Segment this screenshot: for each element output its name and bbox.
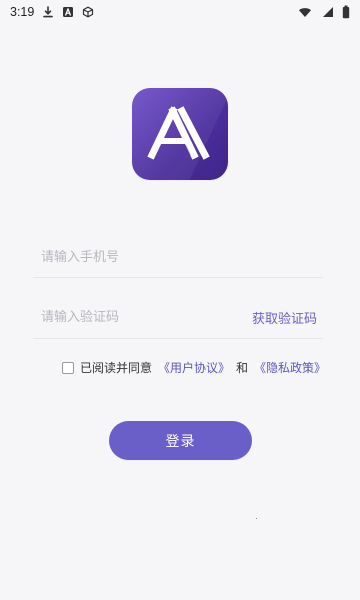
font-a-icon — [62, 6, 74, 18]
status-left: 3:19 — [10, 5, 94, 19]
phone-input[interactable] — [33, 236, 251, 278]
terms-link[interactable]: 《用户协议》 — [158, 359, 230, 376]
stray-dot — [256, 518, 257, 519]
cube-icon — [82, 6, 94, 18]
phone-row — [33, 236, 323, 278]
agreement-connector: 和 — [236, 361, 249, 375]
status-bar: 3:19 — [0, 0, 360, 24]
agreement-checkbox[interactable] — [62, 361, 74, 374]
login-button[interactable]: 登录 — [109, 421, 252, 460]
app-logo — [132, 88, 228, 180]
wifi-icon — [298, 6, 312, 18]
agreement-prefix: 已阅读并同意 — [80, 361, 153, 375]
agreement: 已阅读并同意 《用户协议》 和 《隐私政策》 — [62, 359, 326, 376]
status-right — [298, 5, 350, 19]
login-screen: 3:19 请输入手机号 请输入验证码 获取验证码 已阅读并同意 《用户协议》 和… — [0, 0, 360, 600]
get-code-button[interactable]: 获取验证码 — [252, 308, 323, 327]
privacy-link[interactable]: 《隐私政策》 — [254, 359, 326, 376]
signal-icon — [320, 6, 334, 18]
download-icon — [42, 6, 54, 18]
status-time: 3:19 — [10, 5, 35, 19]
code-row: 获取验证码 — [33, 296, 323, 339]
app-logo-a-icon — [147, 106, 210, 160]
battery-icon — [342, 5, 350, 19]
verification-code-input[interactable] — [33, 296, 251, 339]
